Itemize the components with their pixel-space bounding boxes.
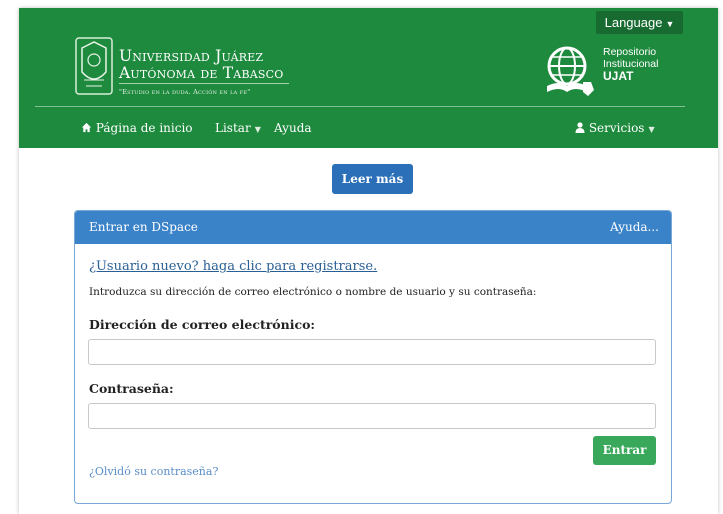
repository-logo-icon[interactable] <box>539 42 599 102</box>
enter-button[interactable]: Entrar <box>593 436 656 465</box>
nav-list[interactable]: Listar ▼ <box>215 121 261 135</box>
register-link[interactable]: ¿Usuario nuevo? haga clic para registrar… <box>89 259 377 274</box>
home-icon <box>81 122 92 133</box>
repository-line1: Repositorio <box>603 46 657 58</box>
university-name: Universidad Juárez Autónoma de Tabasco <box>119 48 283 82</box>
divider <box>119 83 289 84</box>
panel-title: Entrar en DSpace <box>89 220 198 234</box>
password-field[interactable] <box>88 403 656 429</box>
user-icon <box>575 122 585 133</box>
university-name-line2: Autónoma de Tabasco <box>119 64 284 82</box>
nav-help[interactable]: Ayuda <box>274 121 312 135</box>
language-label: Language <box>604 15 663 30</box>
caret-down-icon: ▼ <box>665 19 675 29</box>
university-name-line1: Universidad Juárez <box>119 47 264 65</box>
university-motto: "Estudio en la duda. Acción en la fe" <box>119 88 251 96</box>
caret-down-icon: ▼ <box>648 125 655 134</box>
header-divider <box>35 106 685 107</box>
nav-services[interactable]: Servicios ▼ <box>575 121 655 135</box>
site-header: Language ▼ Universidad Juárez Autónoma de… <box>19 8 718 148</box>
nav-services-label: Servicios <box>588 121 645 135</box>
email-label: Dirección de correo electrónico: <box>89 317 316 332</box>
nav-home-label: Página de inicio <box>95 121 193 135</box>
email-field[interactable] <box>88 339 656 365</box>
read-more-button[interactable]: Leer más <box>332 164 413 194</box>
nav-list-label: Listar <box>215 121 251 135</box>
browser-frame: Language ▼ Universidad Juárez Autónoma de… <box>19 8 718 514</box>
university-crest-icon[interactable] <box>74 36 114 96</box>
caret-down-icon: ▼ <box>254 125 261 134</box>
panel-help-link[interactable]: Ayuda... <box>610 211 659 244</box>
login-panel: Entrar en DSpace Ayuda... ¿Usuario nuevo… <box>74 210 672 504</box>
login-instructions: Introduzca su dirección de correo electr… <box>89 286 537 298</box>
nav-home[interactable]: Página de inicio <box>81 121 193 135</box>
repository-name: Repositorio Institucional UJAT <box>603 46 658 83</box>
password-label: Contraseña: <box>89 381 174 396</box>
language-dropdown[interactable]: Language ▼ <box>596 11 683 34</box>
nav-help-label: Ayuda <box>274 121 312 135</box>
repository-line3: UJAT <box>603 69 634 83</box>
login-panel-header: Entrar en DSpace Ayuda... <box>75 211 671 244</box>
forgot-password-link[interactable]: ¿Olvidó su contraseña? <box>89 465 218 478</box>
